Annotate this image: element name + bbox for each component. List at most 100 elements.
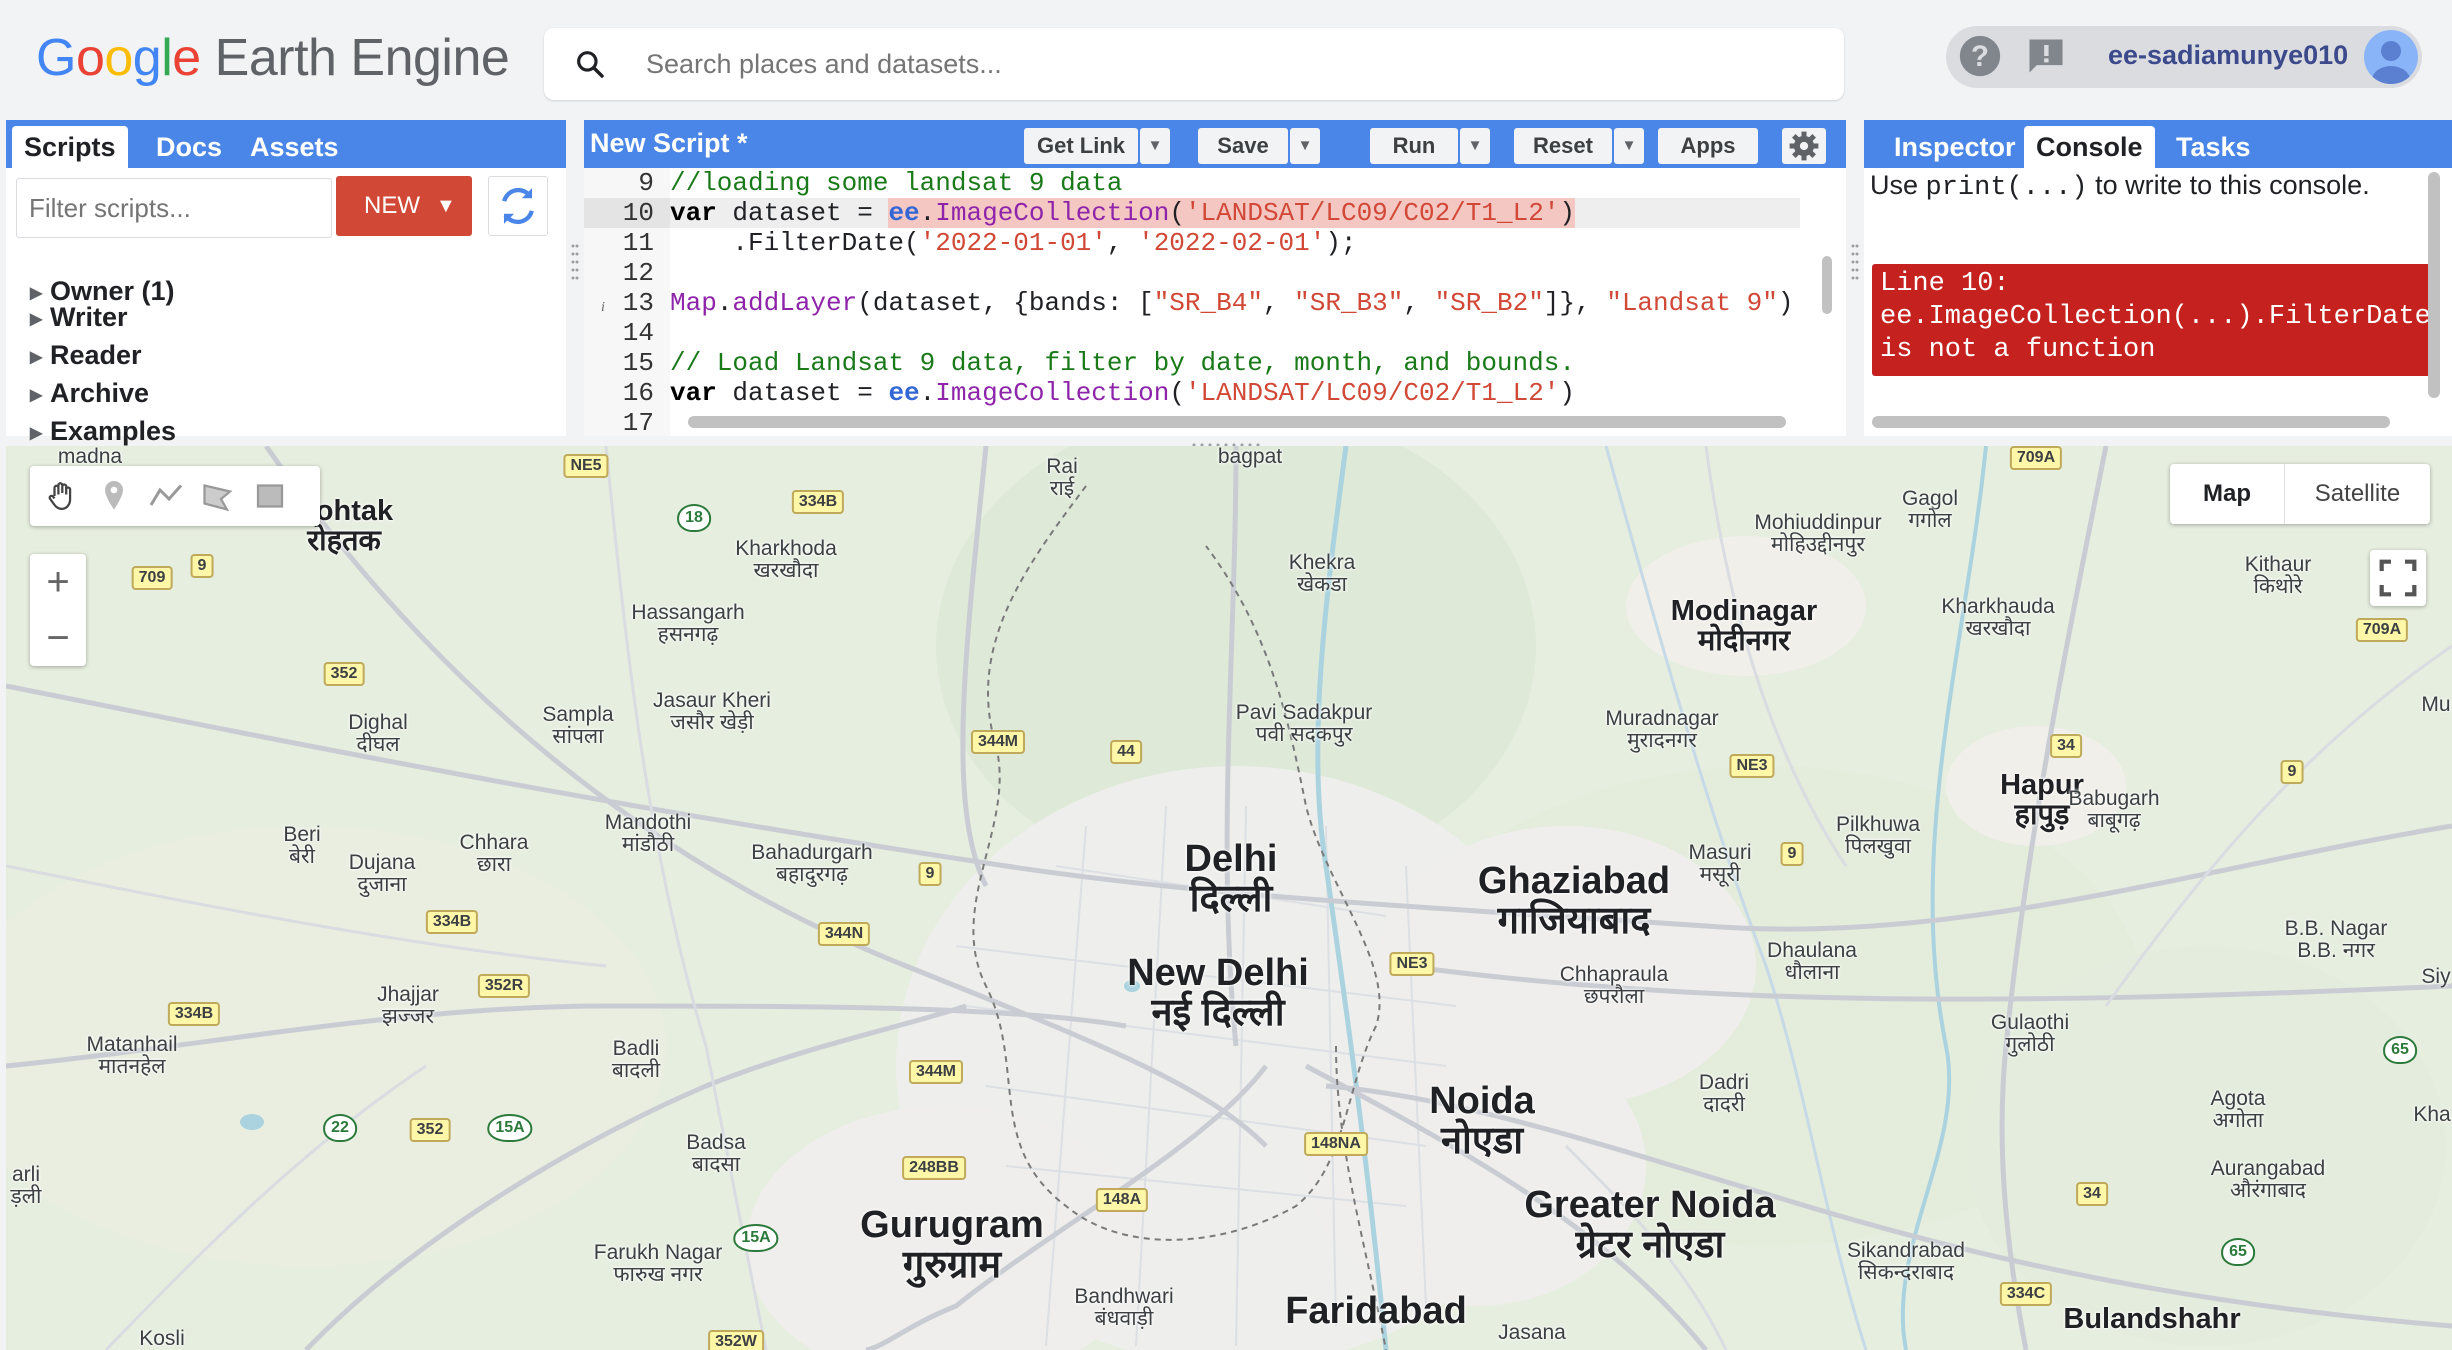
info-icon[interactable]: i (598, 298, 610, 314)
place-label: Kithaur किथोरे (2244, 553, 2312, 599)
editor-horizontal-scrollbar[interactable] (688, 416, 1786, 428)
refresh-button[interactable] (488, 176, 548, 236)
editor-vertical-scrollbar[interactable] (1822, 256, 1832, 314)
left-splitter-handle[interactable] (570, 240, 580, 284)
place-label: Chhara छारा (459, 831, 529, 877)
get-link-button[interactable]: Get Link (1024, 128, 1138, 164)
place-label: arli ड़ली (10, 1163, 42, 1209)
road-shield: 148A (1095, 1188, 1149, 1212)
road-shield: 352R (477, 974, 531, 998)
road-shield: 9 (190, 554, 214, 578)
road-shield: 9 (1780, 842, 1804, 866)
map-splitter-handle[interactable] (1186, 438, 1266, 451)
map-canvas[interactable]: Delhi दिल्ली New Delhi नई दिल्ली Ghaziabad… (6, 446, 2452, 1350)
place-label: Jasana (1498, 1321, 1566, 1344)
road-shield: 352 (409, 1118, 451, 1142)
tree-item-examples[interactable]: ▶ Examples (30, 416, 176, 447)
road-shield: 65 (2383, 1036, 2417, 1064)
road-shield: 9 (918, 862, 942, 886)
pan-hand-icon[interactable] (44, 478, 80, 514)
place-label: Chhapraula छपरौला (1559, 963, 1669, 1009)
zoom-in-button[interactable]: + (30, 554, 86, 610)
map-type-control: Map Satellite (2170, 464, 2430, 524)
tree-item-archive[interactable]: ▶ Archive (30, 378, 149, 409)
apps-button[interactable]: Apps (1658, 128, 1758, 164)
place-label: Matanhail मातनहेल (86, 1033, 178, 1079)
console-error-message[interactable]: Line 10: ee.ImageCollection(...).FilterDa… (1872, 264, 2432, 376)
code-line[interactable] (670, 318, 1800, 348)
place-label: Kharkhauda खरखौदा (1941, 595, 2055, 641)
place-label: Delhi दिल्ली (1184, 838, 1278, 920)
tab-console[interactable]: Console (2024, 126, 2155, 168)
new-script-button[interactable]: NEW ▼ (336, 176, 472, 236)
road-shield: 15A (733, 1224, 779, 1252)
tab-inspector[interactable]: Inspector (1882, 126, 2028, 168)
road-shield: 344M (908, 1060, 964, 1084)
run-button[interactable]: Run (1370, 128, 1458, 164)
reset-dropdown[interactable]: ▼ (1614, 128, 1644, 164)
line-draw-icon[interactable] (148, 478, 184, 514)
save-dropdown[interactable]: ▼ (1290, 128, 1320, 164)
place-label: Dadri दादरी (1698, 1071, 1750, 1117)
place-label: Masuri मसूरी (1688, 841, 1752, 887)
feedback-icon[interactable] (2024, 34, 2068, 78)
rectangle-draw-icon[interactable] (252, 478, 288, 514)
avatar[interactable] (2364, 30, 2418, 84)
road-shield: 709A (2355, 618, 2409, 642)
tab-assets[interactable]: Assets (238, 126, 351, 168)
road-shield: 15A (487, 1114, 533, 1142)
place-label: Rai राई (1046, 455, 1078, 501)
tree-item-reader[interactable]: ▶ Reader (30, 340, 142, 371)
map-type-satellite-button[interactable]: Satellite (2284, 464, 2430, 524)
filter-scripts-input[interactable] (16, 178, 332, 238)
place-label: Bulandshahr (2063, 1303, 2241, 1335)
fullscreen-icon (2379, 559, 2417, 597)
marker-icon[interactable] (96, 478, 132, 514)
save-button[interactable]: Save (1198, 128, 1288, 164)
code-line[interactable]: //loading some landsat 9 data (670, 168, 1800, 198)
settings-button[interactable] (1782, 128, 1826, 164)
place-label: B.B. Nagar B.B. नगर (2284, 917, 2388, 963)
code-line[interactable]: .FilterDate('2022-01-01', '2022-02-01'); (670, 228, 1800, 258)
reset-button[interactable]: Reset (1514, 128, 1612, 164)
tab-scripts[interactable]: Scripts (12, 126, 128, 168)
drag-handle-icon (571, 244, 579, 280)
console-hint-text: Use print(...) to write to this console. (1870, 170, 2370, 203)
code-line[interactable]: // Load Landsat 9 data, filter by date, … (670, 348, 1800, 378)
get-link-dropdown[interactable]: ▼ (1140, 128, 1170, 164)
help-icon[interactable]: ? (1958, 34, 2002, 78)
place-label: bagpat (1217, 446, 1283, 468)
road-shield: NE5 (563, 454, 609, 478)
code-line[interactable] (670, 258, 1800, 288)
place-label: Kosli (139, 1327, 185, 1350)
code-editor[interactable]: //loading some landsat 9 data var datase… (670, 168, 1800, 436)
code-line[interactable]: var dataset = ee.ImageCollection('LANDSA… (670, 378, 1800, 408)
earth-engine-logo[interactable]: Google Earth Engine (36, 28, 510, 88)
svg-text:?: ? (1971, 40, 1989, 73)
run-dropdown[interactable]: ▼ (1460, 128, 1490, 164)
map-type-map-button[interactable]: Map (2170, 464, 2284, 524)
right-splitter-handle[interactable] (1850, 240, 1860, 284)
user-account-name[interactable]: ee-sadiamunye010 (2108, 40, 2348, 71)
search-input[interactable] (644, 28, 1794, 100)
tab-tasks[interactable]: Tasks (2164, 126, 2263, 168)
place-label: Sikandrabad सिकन्दराबाद (1847, 1239, 1965, 1285)
zoom-out-button[interactable]: − (30, 610, 86, 666)
console-vertical-scrollbar[interactable] (2428, 172, 2440, 398)
fullscreen-button[interactable] (2370, 550, 2426, 606)
road-shield: 709 (131, 566, 173, 590)
console-horizontal-scrollbar[interactable] (1872, 416, 2390, 428)
code-line[interactable]: Map.addLayer(dataset, {bands: ["SR_B4", … (670, 288, 1800, 318)
product-name: Earth Engine (214, 29, 510, 87)
tree-item-writer[interactable]: ▶ Writer (30, 302, 128, 333)
right-panel-tabbar: Inspector Console Tasks (1864, 120, 2452, 168)
code-line-highlighted[interactable]: var dataset = ee.ImageCollection('LANDSA… (670, 198, 1800, 228)
road-shield: 18 (677, 504, 711, 532)
search-bar[interactable] (544, 28, 1844, 100)
polygon-draw-icon[interactable] (200, 478, 236, 514)
place-label: Gulaothi गुलोठी (1990, 1011, 2070, 1057)
script-title[interactable]: New Script * (590, 128, 748, 159)
place-label: Mohiuddinpur मोहिउद्दीनपुर (1754, 511, 1882, 557)
tab-docs[interactable]: Docs (144, 126, 234, 168)
place-label: Bandhwari बंधवाड़ी (1074, 1285, 1174, 1331)
